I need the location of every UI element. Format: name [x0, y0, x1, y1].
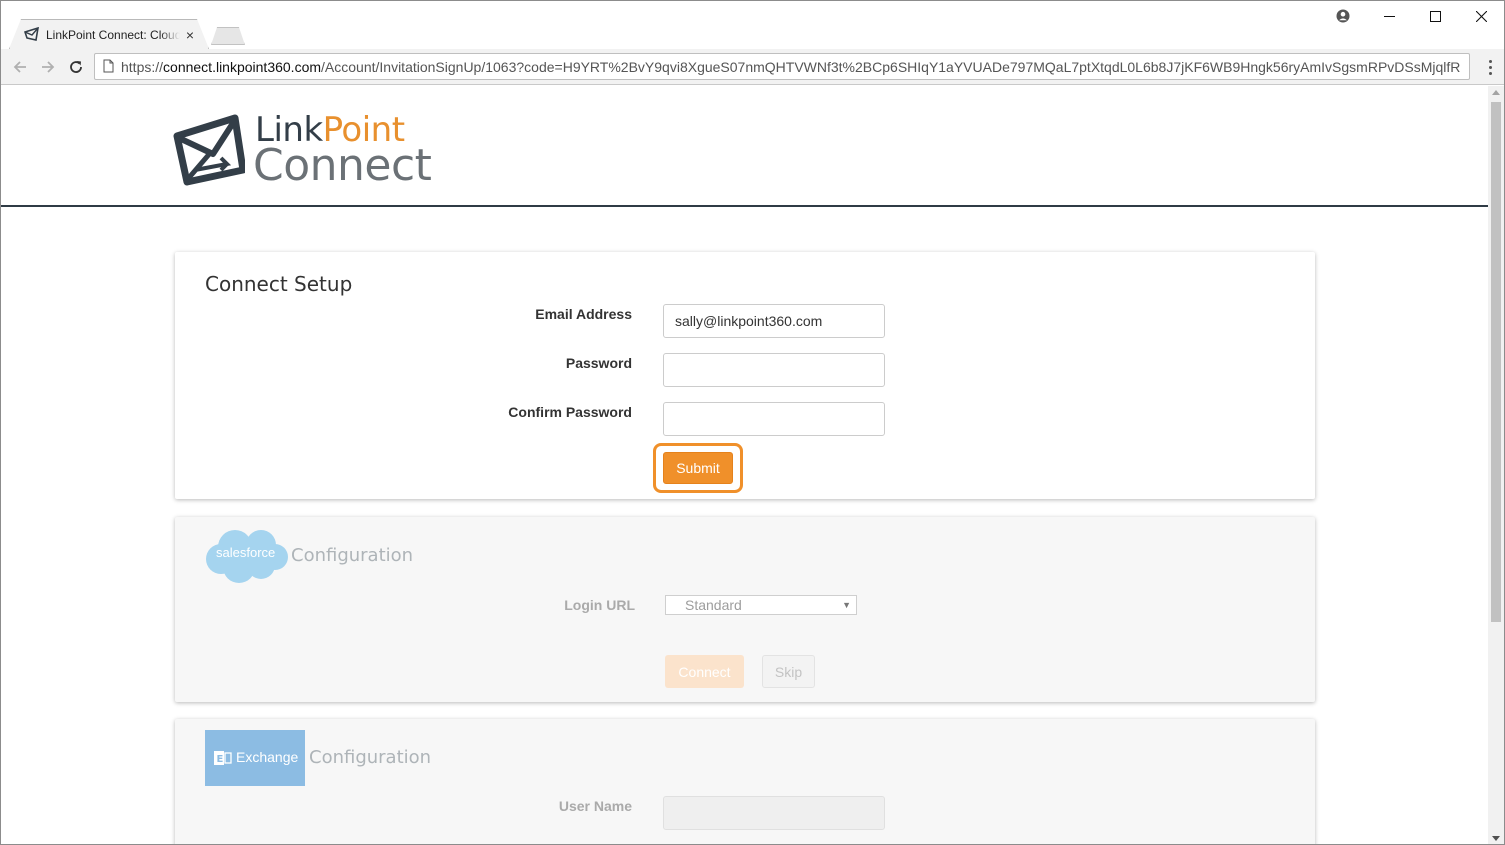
exchange-config-title: Configuration — [309, 747, 432, 768]
panel-title: Connect Setup — [205, 272, 353, 296]
confirm-password-field[interactable] — [663, 402, 885, 436]
address-bar[interactable]: https://connect.linkpoint360.com/Account… — [94, 53, 1470, 80]
envelope-logo-icon — [173, 114, 245, 186]
url-host: connect.linkpoint360.com — [163, 59, 322, 75]
salesforce-config-title: Configuration — [291, 545, 414, 566]
url-scheme: https:// — [121, 59, 164, 75]
submit-button[interactable]: Submit — [663, 452, 733, 484]
scrollbar-thumb[interactable] — [1491, 102, 1501, 622]
minimize-icon[interactable] — [1366, 1, 1412, 31]
chevron-down-icon: ▼ — [842, 600, 851, 610]
scroll-up-icon[interactable] — [1492, 90, 1500, 95]
connect-setup-panel: Connect Setup Email Address Password Con… — [175, 252, 1315, 499]
scroll-down-icon[interactable] — [1492, 836, 1500, 841]
exchange-icon: E — [214, 751, 232, 765]
username-field[interactable] — [663, 796, 885, 830]
username-label: User Name — [558, 798, 632, 814]
profile-icon[interactable] — [1320, 1, 1366, 31]
login-url-label: Login URL — [564, 597, 635, 613]
linkpoint-favicon-icon — [24, 27, 39, 41]
site-header: LinkPoint Connect — [1, 86, 1488, 207]
login-url-select[interactable]: Standard ▼ — [665, 595, 857, 615]
svg-text:E: E — [217, 754, 224, 765]
salesforce-logo-text: salesforce — [216, 545, 276, 560]
url-text: https://connect.linkpoint360.com/Account… — [121, 59, 1461, 75]
linkpoint-connect-logo[interactable]: LinkPoint Connect — [173, 110, 433, 191]
browser-tab[interactable]: LinkPoint Connect: Cloud × — [9, 19, 209, 49]
url-path: /Account/InvitationSignUp/1063?code=H9YR… — [321, 59, 1461, 75]
tab-title: LinkPoint Connect: Cloud — [45, 28, 180, 42]
exchange-config-panel: E Exchange Configuration User Name — [175, 719, 1315, 844]
forward-arrow-icon[interactable] — [38, 57, 58, 77]
window-controls — [1320, 1, 1504, 31]
vertical-scrollbar[interactable] — [1488, 86, 1504, 844]
back-arrow-icon[interactable] — [10, 57, 30, 77]
exchange-logo: E Exchange — [205, 730, 305, 786]
skip-button[interactable]: Skip — [762, 655, 815, 688]
connect-button[interactable]: Connect — [665, 655, 744, 688]
close-window-icon[interactable] — [1458, 1, 1504, 31]
browser-toolbar: https://connect.linkpoint360.com/Account… — [1, 49, 1504, 85]
email-field[interactable] — [663, 304, 885, 338]
confirm-password-label: Confirm Password — [508, 404, 632, 420]
logo-connect-text: Connect — [253, 140, 432, 191]
browser-window: LinkPoint Connect: Cloud × https://conne… — [0, 0, 1505, 845]
salesforce-config-panel: salesforce Configuration Login URL Stand… — [175, 517, 1315, 702]
reload-icon[interactable] — [66, 57, 86, 77]
password-label: Password — [565, 355, 632, 371]
maximize-icon[interactable] — [1412, 1, 1458, 31]
email-label: Email Address — [535, 306, 632, 322]
tab-close-icon[interactable]: × — [186, 27, 194, 43]
browser-menu-icon[interactable] — [1482, 57, 1498, 77]
page-viewport: LinkPoint Connect Connect Setup Email Ad… — [1, 86, 1488, 844]
exchange-logo-text: Exchange — [236, 749, 299, 765]
new-tab-button[interactable] — [211, 27, 245, 45]
page-icon — [103, 59, 114, 73]
login-url-selected: Standard — [685, 597, 742, 613]
title-bar: LinkPoint Connect: Cloud × — [1, 1, 1504, 49]
password-field[interactable] — [663, 353, 885, 387]
